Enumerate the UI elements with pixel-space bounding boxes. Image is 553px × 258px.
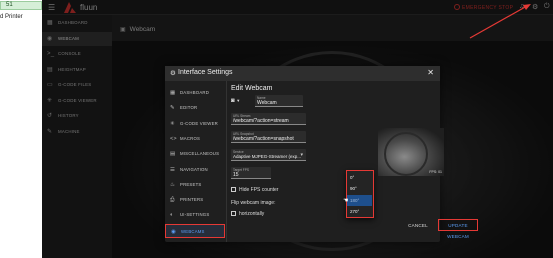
settings-nav-navigation[interactable]: ☰ NAVIGATION xyxy=(165,163,225,177)
settings-nav-label: PRESETS xyxy=(180,181,202,187)
webcam-icon: ◉ xyxy=(171,228,176,235)
settings-nav-label: WEBCAMS xyxy=(181,228,205,234)
settings-nav-webcams[interactable]: ◉ WEBCAMS xyxy=(165,223,225,238)
hide-fps-label: Hide FPS counter xyxy=(239,187,279,193)
settings-nav-editor[interactable]: ✎ EDITOR xyxy=(165,101,225,115)
desktop-side-text: d Printer xyxy=(0,14,23,20)
settings-nav-printers[interactable]: ⎙ PRINTERS xyxy=(165,193,225,207)
target-fps-value: 15 xyxy=(233,171,239,178)
form-title: Edit Webcam xyxy=(231,85,273,92)
cancel-button[interactable]: CANCEL xyxy=(406,222,430,230)
settings-nav-macros[interactable]: <> MACROS xyxy=(165,132,225,146)
settings-nav-label: NAVIGATION xyxy=(180,166,208,172)
desktop-strip: 51 d Printer xyxy=(0,0,42,258)
mouse-cursor-icon: ☚ xyxy=(343,198,349,204)
presets-icon: ♨ xyxy=(170,181,176,188)
viewer-icon: ✳ xyxy=(170,120,175,127)
settings-nav-label: G-CODE VIEWER xyxy=(180,120,218,126)
checkbox-box xyxy=(231,211,236,216)
rotation-option[interactable]: 180° xyxy=(347,194,372,206)
edit-webcam-form: Edit Webcam ◙ ▼ Name Webcam URL Stream /… xyxy=(231,81,444,242)
webcam-icon: ◙ xyxy=(231,98,235,104)
rotation-dropdown-menu: 0° 90° 180° 270° xyxy=(346,170,374,218)
target-fps-field[interactable]: Target FPS 15 xyxy=(231,167,271,179)
dialog-title: Interface Settings xyxy=(178,69,233,76)
dialog-header: ⚙ Interface Settings ✕ xyxy=(165,66,440,81)
settings-nav-label: UI-SETTINGS xyxy=(180,212,210,218)
dashboard-icon: ▦ xyxy=(170,90,176,96)
desktop-tab[interactable]: 51 xyxy=(0,1,42,10)
misc-icon: ▤ xyxy=(170,151,176,158)
rotation-option[interactable]: 0° xyxy=(347,172,372,183)
settings-nav-label: EDITOR xyxy=(180,105,198,111)
printers-icon: ⎙ xyxy=(170,197,175,204)
preview-fps: FPS: 01 xyxy=(429,170,442,174)
flip-horizontal-checkbox[interactable]: horizontally xyxy=(231,211,264,217)
chevron-down-icon: ▾ xyxy=(300,152,303,158)
url-stream-value: /webcam/?action=stream xyxy=(233,117,289,124)
divider xyxy=(226,81,227,242)
url-snapshot-value: /webcam/?action=snapshot xyxy=(233,135,294,142)
rotation-option[interactable]: 270° xyxy=(347,206,372,217)
settings-nav-label: MACROS xyxy=(180,135,201,141)
settings-nav-g-code-viewer[interactable]: ✳ G-CODE VIEWER xyxy=(165,117,225,131)
palette-icon: ◐ xyxy=(170,212,174,219)
tune-icon: ⚙ xyxy=(170,70,176,77)
name-value: Webcam xyxy=(257,99,277,106)
flip-label: Flip webcam image: xyxy=(231,200,276,206)
service-select[interactable]: Service Adaptive MJPEG-Streamer (exp... … xyxy=(231,149,306,161)
navigation-icon: ☰ xyxy=(170,166,176,173)
macros-icon: <> xyxy=(170,135,177,142)
settings-nav-miscellaneous[interactable]: ▤ MISCELLANEOUS xyxy=(165,147,225,161)
editor-icon: ✎ xyxy=(170,105,175,112)
settings-nav-label: PRINTERS xyxy=(180,197,204,203)
chevron-down-icon: ▼ xyxy=(236,98,241,103)
settings-nav-ui-settings[interactable]: ◐ UI-SETTINGS xyxy=(165,208,225,222)
settings-nav-label: DASHBOARD xyxy=(180,90,210,95)
flip-horizontal-label: horizontally xyxy=(239,211,265,217)
app-window: ☰ fluun EMERGENCY STOP ♫ ⚙ ⏻ ▦ DASHBOARD ◉… xyxy=(42,0,553,258)
close-icon[interactable]: ✕ xyxy=(427,68,434,77)
settings-nav-presets[interactable]: ♨ PRESETS xyxy=(165,178,225,192)
icon-picker[interactable]: ◙ ▼ xyxy=(231,98,249,109)
settings-nav-dashboard[interactable]: ▦ DASHBOARD xyxy=(165,86,225,100)
service-value: Adaptive MJPEG-Streamer (exp... xyxy=(233,153,302,159)
checkbox-box xyxy=(231,187,236,192)
hide-fps-checkbox[interactable]: Hide FPS counter xyxy=(231,187,278,193)
preview-ring xyxy=(384,132,428,176)
name-field[interactable]: Name Webcam xyxy=(255,95,303,107)
url-stream-field[interactable]: URL Stream /webcam/?action=stream xyxy=(231,113,306,125)
webcam-preview: FPS: 01 xyxy=(378,128,444,176)
settings-nav-label: MISCELLANEOUS xyxy=(180,151,220,157)
rotation-option[interactable]: 90° xyxy=(347,183,372,194)
url-snapshot-field[interactable]: URL Snapshot /webcam/?action=snapshot xyxy=(231,131,306,143)
interface-settings-dialog: ⚙ Interface Settings ✕ ▦ DASHBOARD ✎ EDITOR… xyxy=(165,66,444,242)
update-webcam-button[interactable]: UPDATE WEBCAM xyxy=(438,219,478,239)
